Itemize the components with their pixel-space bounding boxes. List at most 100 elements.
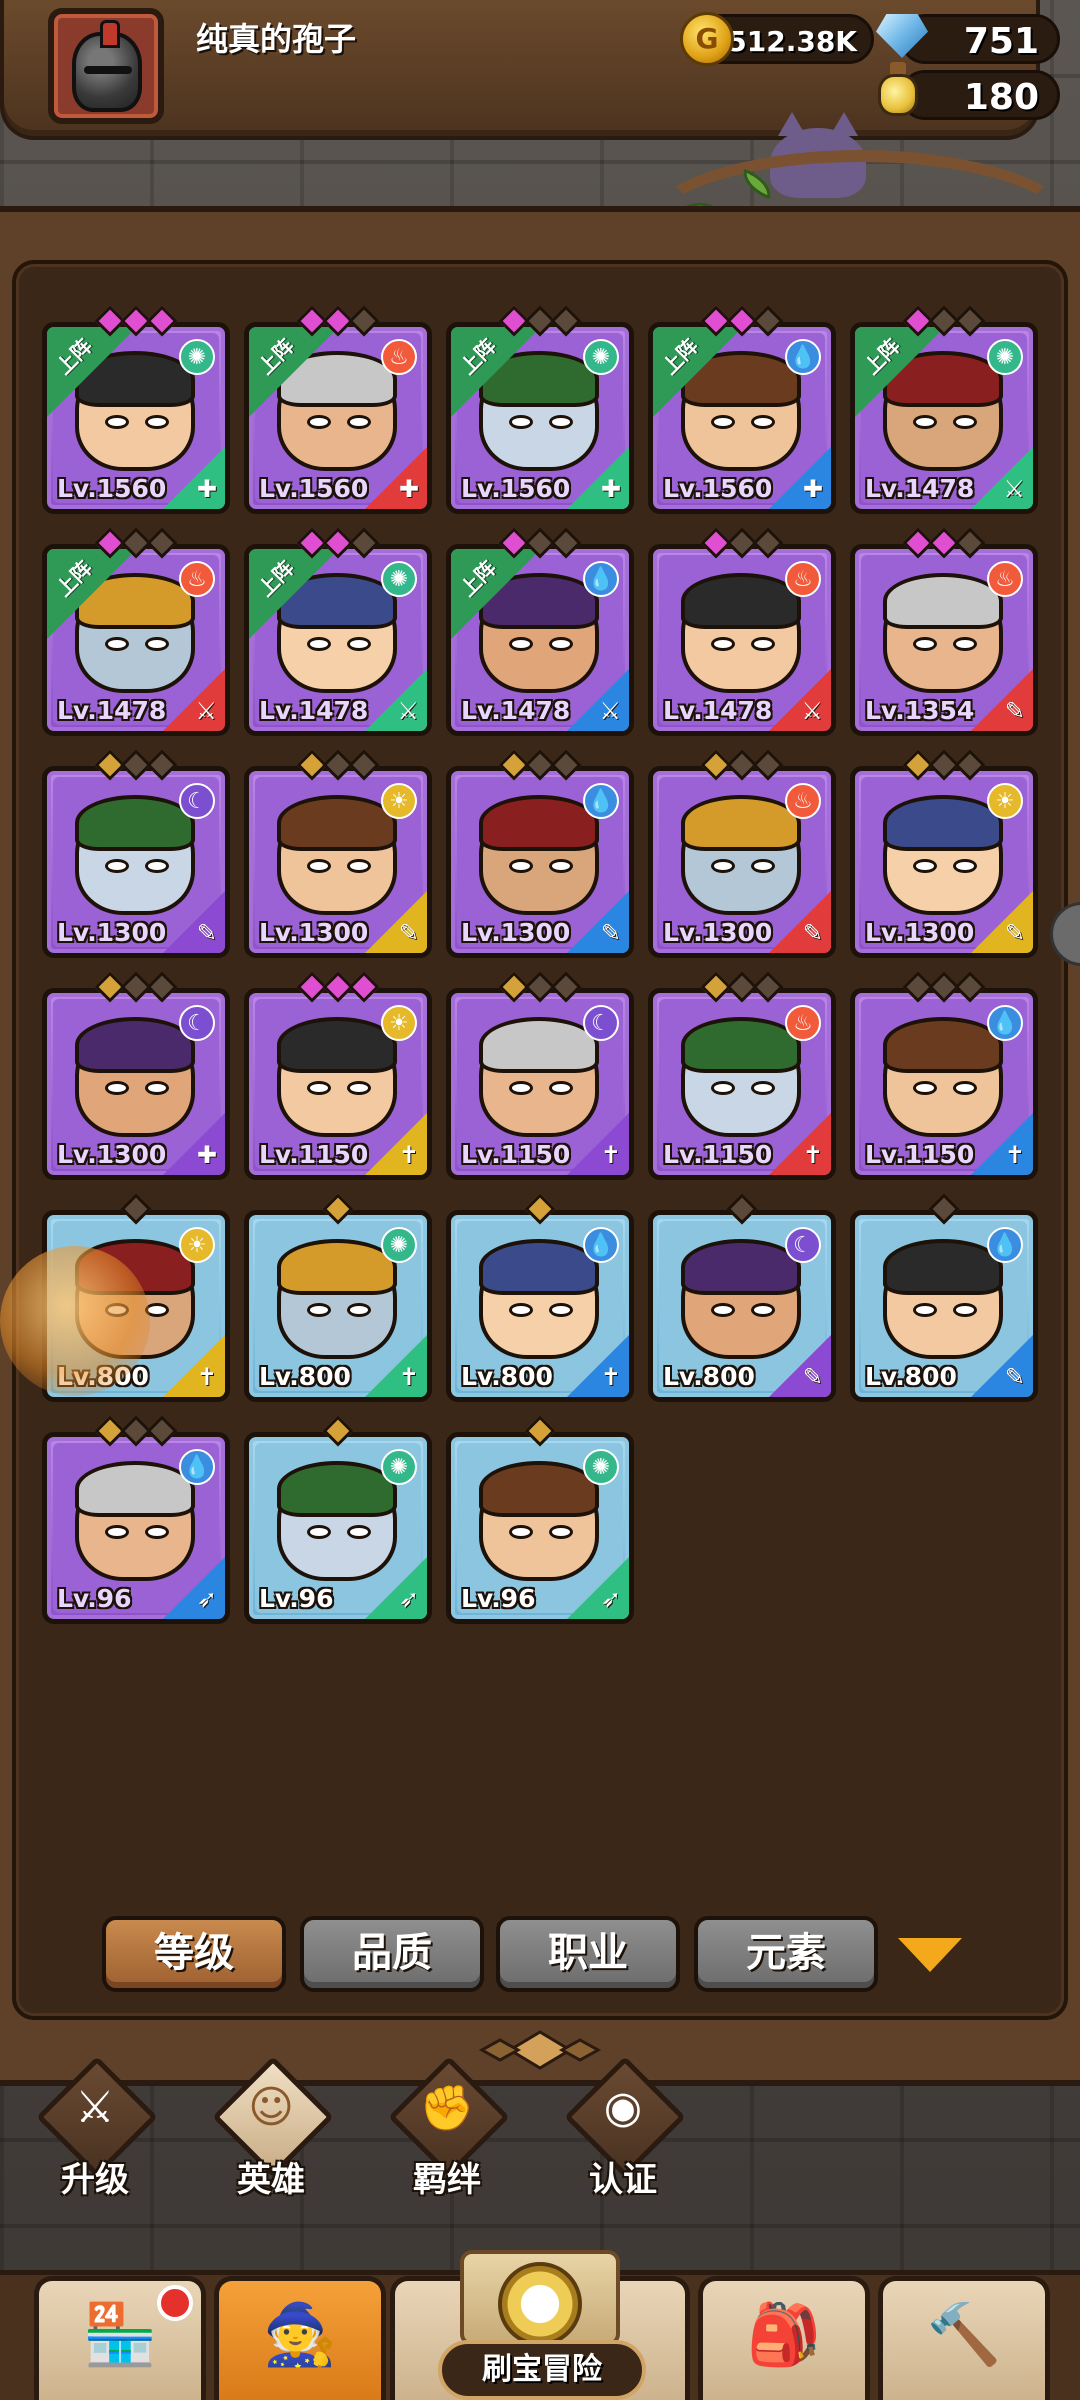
subnav-heroes[interactable]: ☺ 英雄 <box>206 2056 336 2200</box>
hero-card[interactable]: ♨ ⚔ Lv.1478 <box>648 544 836 736</box>
hero-hair <box>883 1017 1003 1073</box>
hero-card[interactable]: 上阵 ✺ ⚔ Lv.1478 <box>850 322 1038 514</box>
sword-role-icon: ⚔ <box>1003 475 1025 503</box>
star-rank <box>850 971 1038 1003</box>
knight-helmet-icon <box>72 20 142 112</box>
hero-eye <box>751 1081 775 1095</box>
subnav-upgrade[interactable]: ⚔ 升级 <box>30 2056 160 2200</box>
compass-icon <box>498 2262 582 2346</box>
hero-card[interactable]: ✺ ➶ Lv.96 <box>446 1432 634 1624</box>
star-rank <box>446 749 634 781</box>
hero-card[interactable]: 上阵 ♨ ✚ Lv.1560 <box>244 322 432 514</box>
shield-role-icon: ✚ <box>196 475 217 503</box>
hero-card[interactable]: ☾ ✎ Lv.800 <box>648 1210 836 1402</box>
hero-card[interactable]: 上阵 💧 ⚔ Lv.1478 <box>446 544 634 736</box>
hero-card[interactable]: 💧 ✎ Lv.1300 <box>446 766 634 958</box>
hero-eye <box>711 859 735 873</box>
hero-level: Lv.1300 <box>57 1140 167 1169</box>
hero-level: Lv.1478 <box>57 696 167 725</box>
hero-card[interactable]: 上阵 ♨ ⚔ Lv.1478 <box>42 544 230 736</box>
hero-portrait <box>681 351 801 471</box>
potion-amount: 180 <box>963 77 1039 118</box>
hero-card[interactable]: 💧 ➶ Lv.96 <box>42 1432 230 1624</box>
priest-role-icon: ✝ <box>398 1363 419 1391</box>
hero-eye <box>549 1525 573 1539</box>
hero-portrait <box>883 573 1003 693</box>
hero-portrait <box>479 1461 599 1581</box>
hero-card[interactable]: ✺ ➶ Lv.96 <box>244 1432 432 1624</box>
floating-assistant-orb[interactable] <box>0 1246 150 1396</box>
nav-bag[interactable]: 🎒 <box>698 2276 870 2400</box>
dark-element-icon: ☾ <box>583 1005 619 1041</box>
star-icon <box>348 749 380 781</box>
dark-element-icon: ☾ <box>179 1005 215 1041</box>
water-element-icon: 💧 <box>785 339 821 375</box>
hero-hair <box>883 795 1003 851</box>
hero-card[interactable]: 💧 ✝ Lv.1150 <box>850 988 1038 1180</box>
hero-card[interactable]: ☾ ✚ Lv.1300 <box>42 988 230 1180</box>
hero-card[interactable]: ☀ ✎ Lv.1300 <box>850 766 1038 958</box>
hero-eye <box>549 859 573 873</box>
hero-portrait <box>883 1017 1003 1137</box>
subnav-certify[interactable]: ◉ 认证 <box>558 2056 688 2200</box>
gem-counter[interactable]: 751 <box>900 14 1060 64</box>
star-rank <box>446 527 634 559</box>
star-rank <box>244 1415 432 1447</box>
hero-card[interactable]: ♨ ✎ Lv.1354 <box>850 544 1038 736</box>
star-rank <box>42 971 230 1003</box>
star-icon <box>348 305 380 337</box>
hero-eye <box>549 637 573 651</box>
hero-eye <box>105 415 129 429</box>
sort-tab-class[interactable]: 职业 <box>496 1916 680 1992</box>
subnav-bonds[interactable]: ✊ 羁绊 <box>382 2056 512 2200</box>
water-element-icon: 💧 <box>987 1005 1023 1041</box>
player-avatar[interactable] <box>48 8 164 124</box>
star-rank <box>42 1415 230 1447</box>
hero-eye <box>913 1303 937 1317</box>
nav-shop[interactable]: 🏪 <box>34 2276 206 2400</box>
sort-tab-element[interactable]: 元素 <box>694 1916 878 1992</box>
sort-tab-level[interactable]: 等级 <box>102 1916 286 1992</box>
hero-card[interactable]: ♨ ✎ Lv.1300 <box>648 766 836 958</box>
potion-counter[interactable]: 180 <box>900 70 1060 120</box>
hero-card[interactable]: 上阵 ✺ ✚ Lv.1560 <box>42 322 230 514</box>
subnav-label: 升级 <box>61 2160 129 2200</box>
hero-card[interactable]: 上阵 💧 ✚ Lv.1560 <box>648 322 836 514</box>
adventure-button[interactable]: 刷宝冒险 <box>438 2340 646 2400</box>
star-icon <box>550 971 582 1003</box>
sort-tab-quality[interactable]: 品质 <box>300 1916 484 1992</box>
hero-eye <box>953 1081 977 1095</box>
nav-heroes[interactable]: 🧙 <box>214 2276 386 2400</box>
light-element-icon: ☀ <box>381 783 417 819</box>
hero-card[interactable]: ✺ ✝ Lv.800 <box>244 1210 432 1402</box>
hero-card[interactable]: ☾ ✝ Lv.1150 <box>446 988 634 1180</box>
hero-eye <box>347 415 371 429</box>
hero-card[interactable]: ☀ ✝ Lv.1150 <box>244 988 432 1180</box>
hero-eye <box>711 1303 735 1317</box>
star-rank <box>446 971 634 1003</box>
priest-role-icon: ✝ <box>1004 1141 1025 1169</box>
star-icon <box>322 1193 354 1225</box>
hero-hair <box>479 1239 599 1295</box>
star-icon <box>146 527 178 559</box>
fire-element-icon: ♨ <box>381 339 417 375</box>
hero-card[interactable]: 上阵 ✺ ✚ Lv.1560 <box>446 322 634 514</box>
hero-card[interactable]: 💧 ✝ Lv.800 <box>446 1210 634 1402</box>
hero-level: Lv.1560 <box>461 474 571 503</box>
mage-role-icon: ✎ <box>1004 919 1025 947</box>
hero-eye <box>751 637 775 651</box>
sort-dropdown-arrow-icon[interactable] <box>898 1938 962 1972</box>
star-rank <box>648 749 836 781</box>
hero-card[interactable]: ☀ ✎ Lv.1300 <box>244 766 432 958</box>
hero-level: Lv.96 <box>57 1584 132 1613</box>
star-rank <box>446 1193 634 1225</box>
hero-eye <box>913 637 937 651</box>
hero-card[interactable]: 💧 ✎ Lv.800 <box>850 1210 1038 1402</box>
hero-card[interactable]: ☾ ✎ Lv.1300 <box>42 766 230 958</box>
star-icon <box>752 749 784 781</box>
hero-level: Lv.1300 <box>663 918 773 947</box>
hero-card[interactable]: ♨ ✝ Lv.1150 <box>648 988 836 1180</box>
star-rank <box>850 305 1038 337</box>
nav-forge[interactable]: 🔨 <box>878 2276 1050 2400</box>
hero-card[interactable]: 上阵 ✺ ⚔ Lv.1478 <box>244 544 432 736</box>
